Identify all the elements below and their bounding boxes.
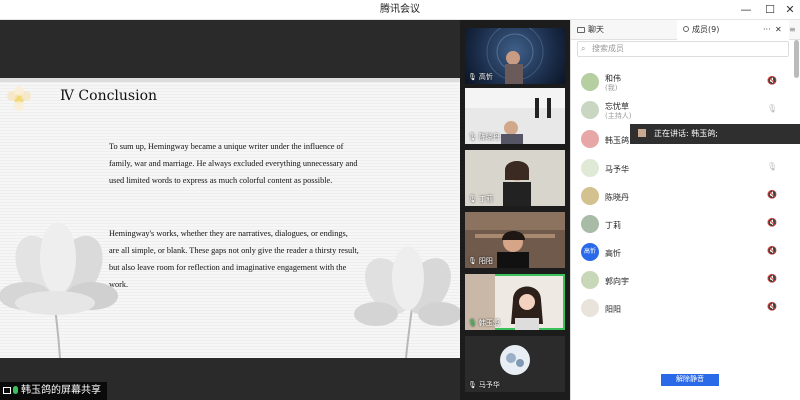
speaking-text: 正在讲话: 韩玉鸽;	[654, 129, 718, 138]
mic-icon[interactable]: 🎙	[767, 162, 777, 171]
member-search-input[interactable]: ⌕ 搜索成员	[577, 41, 789, 57]
mic-muted-icon[interactable]: 🔇	[767, 274, 777, 283]
presentation-slide: Ⅳ Conclusion To sum up, Hemingway became…	[0, 78, 460, 358]
member-name: 高忻	[605, 249, 621, 258]
lotus-right-decoration-icon	[354, 246, 460, 358]
search-icon: ⌕	[581, 44, 586, 53]
panel-scrollbar[interactable]	[794, 40, 799, 78]
avatar	[581, 271, 599, 289]
avatar	[581, 187, 599, 205]
panel-tabs: 聊天 成员(9) ··· ✕ ≡	[571, 20, 800, 40]
mic-icon: 🎙	[468, 381, 477, 389]
video-name-label: 🎙 阳阳	[468, 257, 493, 265]
video-tile[interactable]: 🎙 丁莉	[465, 150, 565, 206]
unmute-all-button[interactable]: 解除静音	[661, 374, 719, 386]
slide-top-band	[0, 78, 460, 82]
speaking-indicator: 正在讲话: 韩玉鸽;	[630, 124, 800, 144]
video-name-label: 🎙 韩玉鸽	[468, 319, 500, 327]
member-row[interactable]: 阳阳 🔇	[571, 297, 793, 325]
mic-muted-icon[interactable]: 🔇	[767, 302, 777, 311]
chat-icon	[577, 27, 585, 33]
avatar	[581, 215, 599, 233]
member-row[interactable]: 和伟 (我) 🔇	[571, 71, 793, 99]
member-row[interactable]: 高忻 高忻 🔇	[571, 241, 793, 269]
video-tile[interactable]: 🎙 阳阳	[465, 212, 565, 268]
flower-decoration-icon	[7, 86, 31, 111]
minimize-button[interactable]: —	[736, 0, 756, 20]
lotus-left-decoration-icon	[0, 222, 118, 358]
member-row[interactable]: 马予华 🎙	[571, 157, 793, 185]
member-row[interactable]: 陈晓丹 🔇	[571, 185, 793, 213]
member-name: 马予华	[605, 165, 629, 174]
member-name: 韩玉鸽	[605, 136, 629, 145]
video-name-label: 🎙 丁莉	[468, 195, 493, 203]
close-window-button[interactable]: ✕	[780, 0, 800, 20]
shared-screen-stage: Ⅳ Conclusion To sum up, Hemingway became…	[0, 20, 460, 400]
video-tile[interactable]: 🎙 高忻	[465, 28, 565, 84]
more-options-icon[interactable]: ···	[763, 20, 775, 40]
mic-icon: 🎙	[468, 73, 477, 81]
speaker-avatar	[638, 129, 646, 137]
video-name-label: 🎙 陈晓丹	[468, 133, 500, 141]
avatar	[581, 101, 599, 119]
maximize-button[interactable]: ☐	[760, 0, 780, 20]
window-title: 腾讯会议	[380, 4, 420, 15]
menu-icon[interactable]: ≡	[789, 20, 799, 40]
avatar	[581, 73, 599, 91]
video-tile-active-speaker[interactable]: 🎙 韩玉鸽	[465, 274, 565, 330]
mic-muted-icon[interactable]: 🔇	[767, 246, 777, 255]
member-name: 阳阳	[605, 305, 621, 314]
member-name: 丁莉	[605, 221, 621, 230]
mic-icon: 🎙	[468, 257, 477, 265]
avatar	[581, 130, 599, 148]
avatar	[581, 299, 599, 317]
member-row[interactable]: 丁莉 🔇	[571, 213, 793, 241]
mic-muted-icon[interactable]: 🔇	[767, 218, 777, 227]
mic-on-icon	[13, 386, 18, 394]
close-panel-button[interactable]: ✕	[775, 20, 785, 40]
video-name-label: 🎙 高忻	[468, 73, 493, 81]
person-icon	[683, 26, 689, 32]
mic-icon: 🎙	[468, 195, 477, 203]
mic-icon[interactable]: 🎙	[767, 104, 777, 113]
member-role: (我)	[605, 84, 618, 92]
video-name-label: 🎙 马予华	[468, 381, 500, 389]
avatar	[581, 159, 599, 177]
member-row[interactable]: 忘忧草 (主持人) 🎙	[571, 99, 793, 127]
video-tile[interactable]: 🎙 陈晓丹	[465, 88, 565, 144]
title-bar: 腾讯会议 — ☐ ✕	[0, 0, 800, 20]
mic-muted-icon[interactable]: 🔇	[767, 190, 777, 199]
member-role: (主持人)	[605, 112, 632, 120]
member-row[interactable]: 郭向宇 🔇	[571, 269, 793, 297]
search-placeholder: 搜索成员	[592, 44, 624, 53]
mic-muted-icon[interactable]: 🔇	[767, 76, 777, 85]
mic-icon: 🎙	[468, 133, 477, 141]
screen-share-icon	[3, 387, 11, 394]
screen-share-label: 韩玉鸽的屏幕共享	[0, 382, 107, 400]
members-panel: 聊天 成员(9) ··· ✕ ≡ ⌕ 搜索成员 和伟 (我) 🔇 忘忧草 (主持人) 🎙 韩…	[570, 20, 800, 400]
member-name: 郭向宇	[605, 277, 629, 286]
slide-heading: Ⅳ Conclusion	[60, 88, 158, 104]
video-tile[interactable]: 🎙 马予华	[465, 336, 565, 392]
meeting-app: 腾讯会议 — ☐ ✕ Ⅳ Conclusion To sum up, Hemin…	[0, 0, 800, 400]
slide-paragraph-2: Hemingway's works, whether they are narr…	[109, 229, 359, 289]
member-name: 陈晓丹	[605, 193, 629, 202]
tab-chat[interactable]: 聊天	[571, 20, 676, 40]
mic-speaking-icon: 🎙	[468, 319, 477, 327]
avatar: 高忻	[581, 243, 599, 261]
video-column: 🎙 高忻 🎙 陈晓丹 🎙 丁莉 🎙 阳阳 🎙 韩玉鸽 🎙 马予华	[460, 20, 570, 400]
screen-share-text: 韩玉鸽的屏幕共享	[21, 385, 101, 396]
slide-paragraph-1: To sum up, Hemingway became a unique wri…	[109, 142, 358, 185]
